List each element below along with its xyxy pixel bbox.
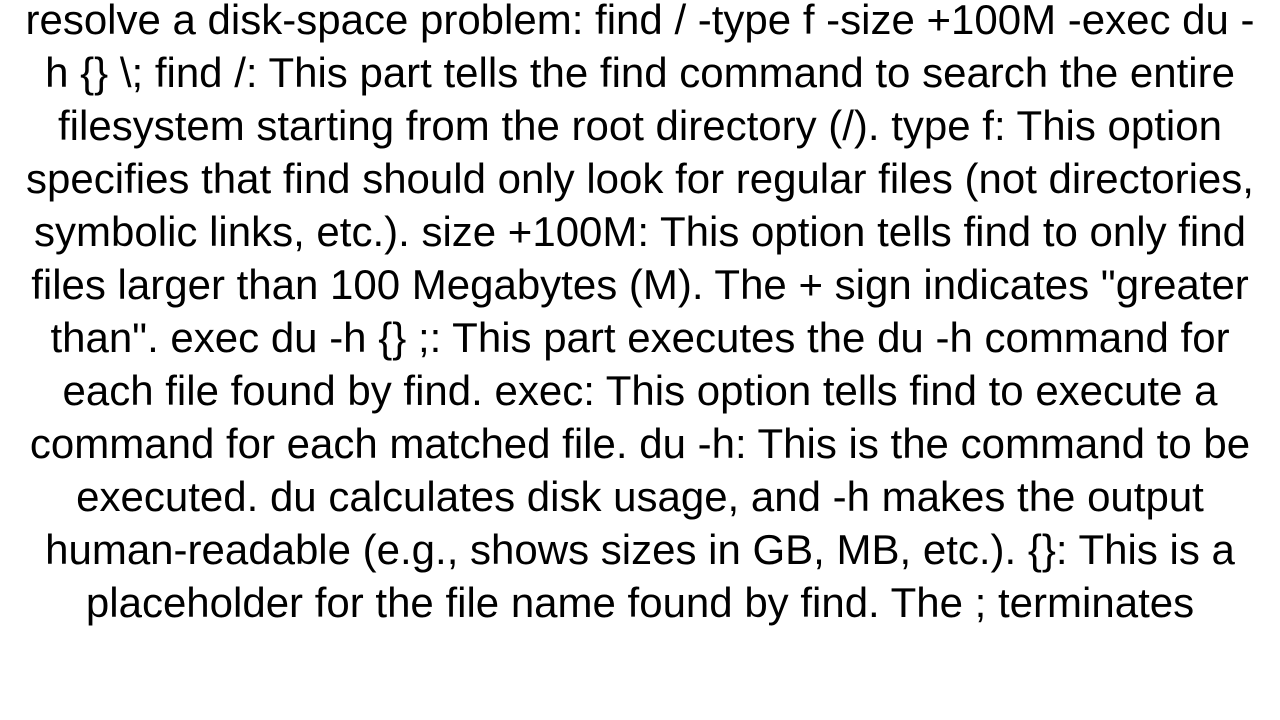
- document-body-text: bigger than a certain size. For me, this…: [0, 0, 1280, 629]
